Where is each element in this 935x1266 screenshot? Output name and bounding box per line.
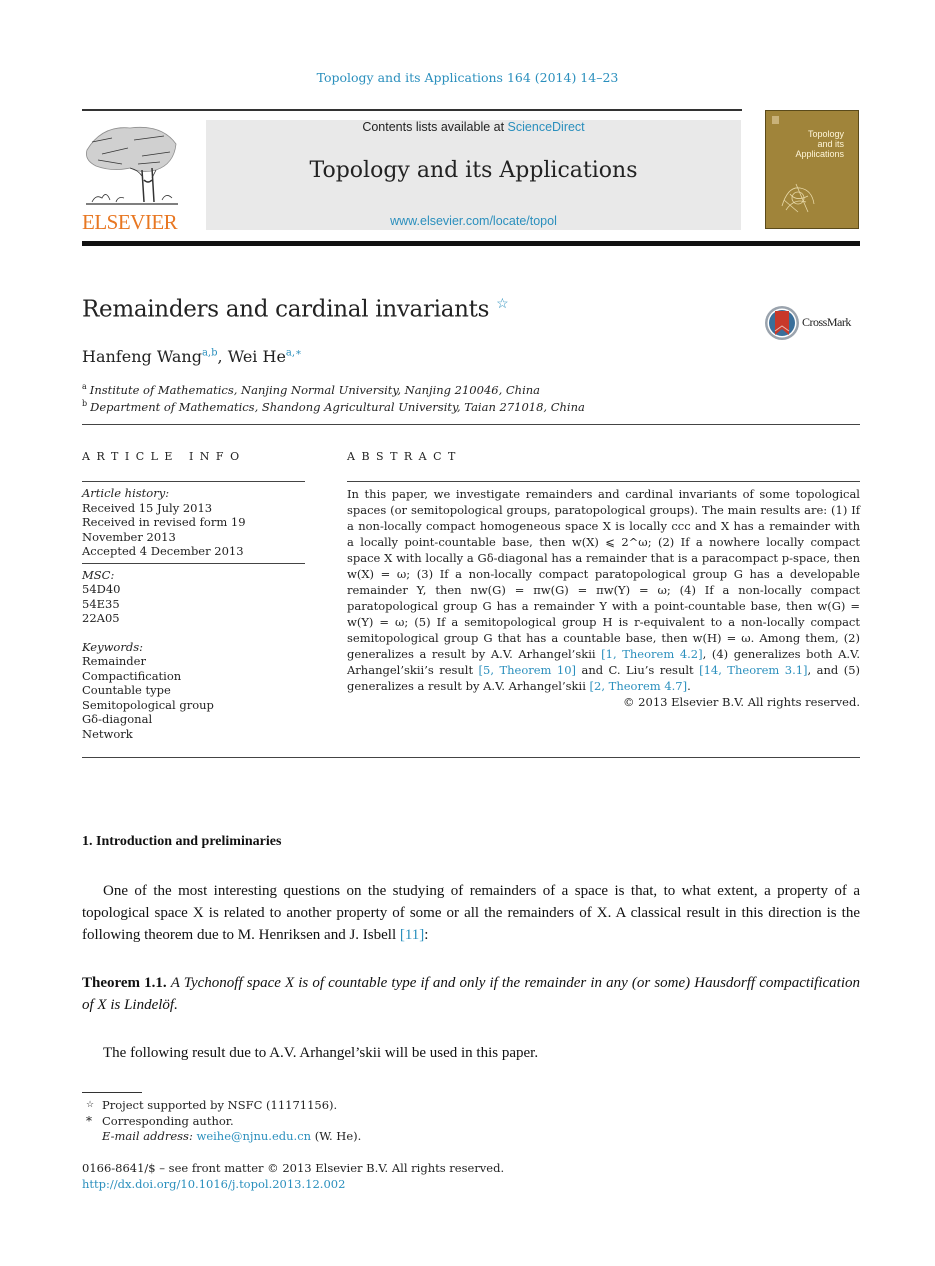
article-info-heading: ARTICLE INFO (82, 450, 246, 463)
article-info-column: Article history: Received 15 July 2013 R… (82, 481, 305, 745)
journal-cover-thumbnail[interactable]: Topology and its Applications (765, 110, 859, 229)
cover-title: Topology and its Applications (795, 129, 844, 159)
abstract-divider (347, 481, 860, 482)
theorem-label: Theorem 1.1. (82, 975, 167, 991)
elsevier-logo[interactable]: ELSEVIER (82, 120, 182, 234)
section-heading: 1. Introduction and preliminaries (82, 834, 282, 849)
cover-title-line: Applications (795, 149, 844, 159)
footnote-corresponding: * Corresponding author. (86, 1114, 361, 1130)
email-label: E-mail address: (102, 1129, 193, 1143)
article-title-text: Remainders and cardinal invariants (82, 296, 490, 323)
affiliation-item: a Institute of Mathematics, Nanjing Norma… (82, 380, 585, 397)
sciencedirect-link[interactable]: ScienceDirect (508, 120, 585, 134)
keyword: Compactification (82, 668, 182, 683)
header-thick-rule (82, 241, 860, 246)
cover-title-line: Topology (807, 129, 844, 139)
theorem-statement: A Tychonoff space X is of countable type… (82, 975, 861, 1013)
affiliation-mark: b (82, 398, 88, 408)
author-name[interactable]: Wei He (228, 347, 286, 366)
elsevier-wordmark: ELSEVIER (82, 210, 178, 234)
affiliation-text: Department of Mathematics, Shandong Agri… (90, 399, 585, 414)
affiliation-mark: a (82, 382, 87, 391)
footnotes: ☆ Project supported by NSFC (11171156). *… (86, 1098, 361, 1145)
citation-link[interactable]: [14, Theorem 3.1] (699, 663, 807, 677)
theorem-1-1: Theorem 1.1. A Tychonoff space X is of c… (82, 972, 860, 1016)
cover-publisher-logo (772, 116, 779, 124)
journal-masthead: Contents lists available at ScienceDirec… (206, 120, 741, 230)
history-item: Received in revised form 19 (82, 515, 246, 529)
footnote-rule (82, 1092, 142, 1093)
affiliation-text: Institute of Mathematics, Nanjing Normal… (89, 382, 541, 397)
abstract-column: In this paper, we investigate remainders… (347, 481, 860, 710)
history-item: Accepted 4 December 2013 (82, 544, 244, 558)
abstract-text: In this paper, we investigate remainders… (347, 486, 860, 694)
author-separator: , (217, 347, 228, 366)
footnote-text: Corresponding author. (102, 1113, 234, 1128)
title-footnote-star-link[interactable]: ☆ (496, 296, 509, 312)
crossmark-badge[interactable]: CrossMark (764, 305, 864, 341)
citation-link[interactable]: [1, Theorem 4.2] (601, 647, 702, 661)
affiliation-item: b Department of Mathematics, Shandong Agr… (82, 397, 585, 414)
footnote-funding: ☆ Project supported by NSFC (11171156). (86, 1098, 361, 1114)
contents-prefix: Contents lists available at (362, 120, 508, 134)
crossmark-label: CrossMark (802, 315, 851, 329)
following-paragraph: The following result due to A.V. Arhange… (103, 1045, 539, 1061)
email-suffix: (W. He). (311, 1129, 362, 1143)
keyword: Gδ-diagonal (82, 712, 153, 726)
cover-artwork-icon (781, 183, 815, 213)
abstract-text-segment: . (687, 679, 691, 693)
footnote-text: Project supported by NSFC (11171156). (102, 1098, 338, 1112)
citation-link[interactable]: [5, Theorem 10] (479, 663, 576, 677)
history-item: Received 15 July 2013 (82, 500, 213, 515)
msc-code: 22A05 (82, 611, 120, 625)
affiliations: a Institute of Mathematics, Nanjing Norma… (82, 380, 585, 414)
history-item: November 2013 (82, 529, 176, 544)
header-rule (82, 109, 742, 111)
author-name[interactable]: Hanfeng Wang (82, 347, 202, 366)
abstract-text-segment: In this paper, we investigate remainders… (347, 487, 860, 661)
doi-link[interactable]: http://dx.doi.org/10.1016/j.topol.2013.1… (82, 1177, 504, 1193)
keyword: Remainder (82, 654, 146, 668)
author-list: Hanfeng Wanga,b, Wei Hea,∗ (82, 347, 302, 366)
keyword: Semitopological group (82, 697, 214, 712)
author-affiliation-marks[interactable]: a,∗ (286, 348, 302, 359)
article-title: Remainders and cardinal invariants ☆ (82, 296, 509, 323)
article-history: Article history: Received 15 July 2013 R… (82, 482, 305, 563)
keyword: Countable type (82, 683, 171, 697)
cover-title-line: and its (817, 139, 844, 149)
contents-line: Contents lists available at ScienceDirec… (206, 120, 741, 134)
footnote-star-mark: ☆ (86, 1100, 95, 1110)
abstract-text-segment: and C. Liu’s result (576, 663, 700, 677)
abstract-heading: ABSTRACT (347, 450, 462, 463)
issn-line: 0166-8641/$ – see front matter © 2013 El… (82, 1161, 505, 1175)
journal-url-link[interactable]: www.elsevier.com/locate/topol (206, 214, 741, 228)
author-affiliation-marks[interactable]: a,b (202, 348, 218, 359)
crossmark-icon (765, 306, 799, 340)
intro-paragraph: One of the most interesting questions on… (82, 880, 860, 946)
history-label: Article history: (82, 486, 170, 500)
journal-reference-link[interactable]: Topology and its Applications 164 (2014)… (0, 70, 935, 85)
msc-label: MSC: (82, 567, 115, 582)
footnote-asterisk-mark: * (86, 1113, 92, 1128)
citation-link[interactable]: [2, Theorem 4.7] (590, 679, 688, 693)
front-matter-divider (82, 757, 860, 758)
intro-end: : (424, 927, 429, 943)
citation-link[interactable]: [11] (400, 927, 424, 943)
keyword: Network (82, 726, 133, 741)
keywords-label: Keywords: (82, 639, 143, 654)
section-divider (82, 424, 860, 425)
msc-code: 54D40 (82, 582, 121, 596)
abstract-copyright: © 2013 Elsevier B.V. All rights reserved… (623, 695, 860, 709)
journal-title: Topology and its Applications (309, 158, 638, 183)
email-link[interactable]: weihe@njnu.edu.cn (196, 1129, 311, 1143)
front-matter-info: 0166-8641/$ – see front matter © 2013 El… (82, 1161, 504, 1192)
msc-code: 54E35 (82, 596, 120, 611)
footnote-email: E-mail address: weihe@njnu.edu.cn (W. He… (86, 1129, 361, 1145)
intro-text: One of the most interesting questions on… (82, 883, 860, 943)
elsevier-tree-icon (86, 126, 178, 205)
msc-codes: MSC: 54D40 54E35 22A05 Keywords: Remaind… (82, 564, 305, 746)
